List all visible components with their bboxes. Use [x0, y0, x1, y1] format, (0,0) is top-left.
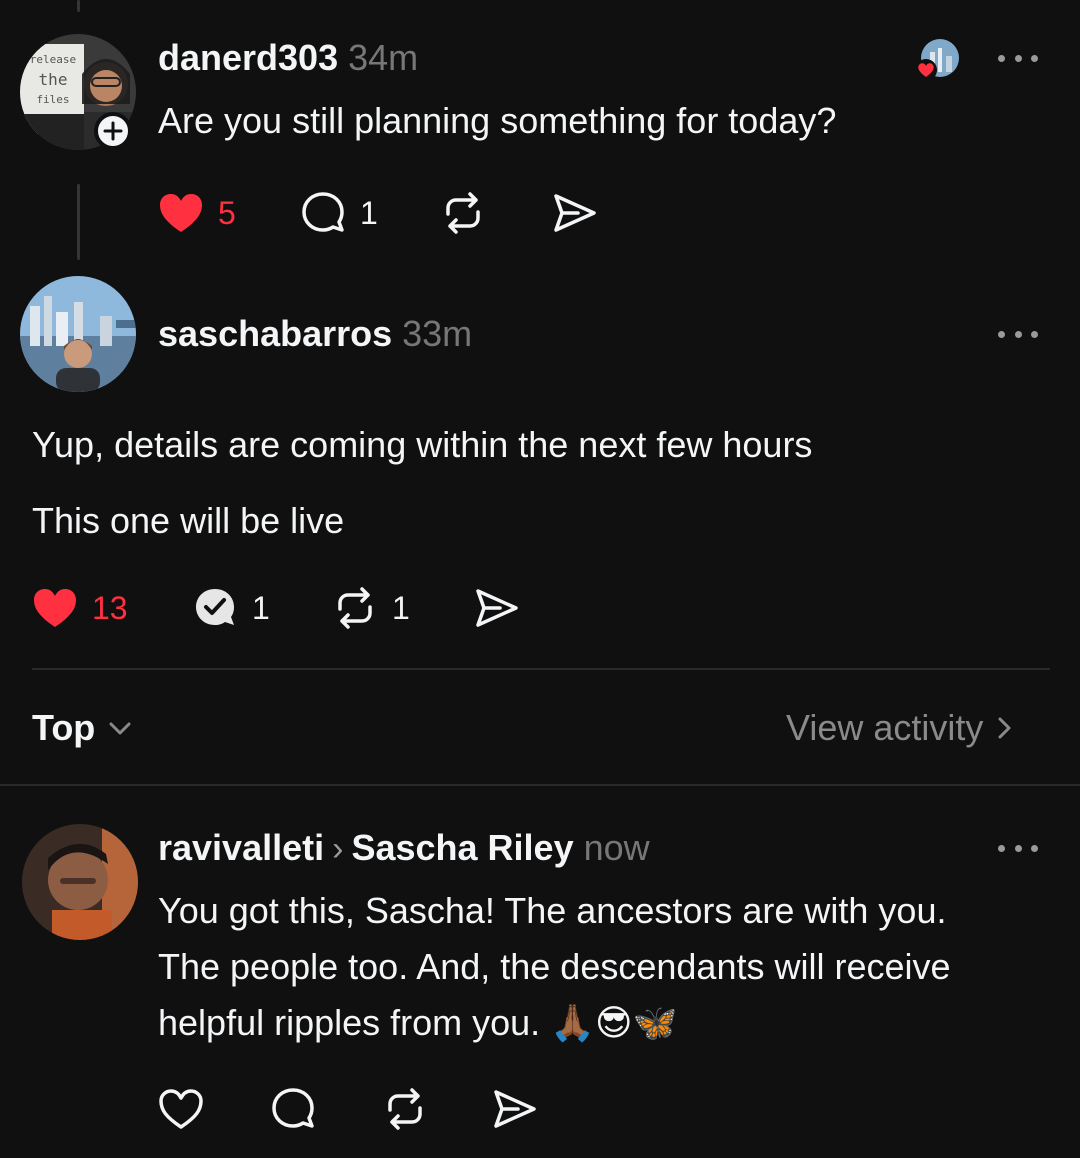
comment-icon	[272, 1088, 314, 1128]
chevron-right-icon	[998, 717, 1011, 739]
post2-like-count: 13	[92, 589, 128, 626]
replied-comment-icon	[196, 589, 234, 625]
avatar-sign-line: release	[29, 53, 77, 66]
thread-line-top	[77, 0, 80, 12]
post2-username[interactable]: saschabarros	[158, 313, 392, 354]
post2-repost-count: 1	[392, 589, 410, 626]
reply-to-separator: ›	[332, 830, 344, 868]
share-icon	[494, 1090, 536, 1128]
post2-header: saschabarros 33m	[158, 314, 472, 362]
heart-icon	[34, 589, 76, 627]
post1-like-count: 5	[218, 194, 236, 231]
reply-repost-button[interactable]	[382, 1084, 428, 1134]
divider	[32, 668, 1050, 670]
post1-like-button[interactable]: 5	[158, 188, 236, 238]
sort-dropdown[interactable]: Top	[32, 706, 135, 750]
reply-to-user[interactable]: Sascha Riley	[351, 827, 573, 868]
avatar-sign-line: files	[36, 93, 70, 106]
chevron-down-icon	[109, 722, 131, 735]
post1-text: Are you still planning something for tod…	[158, 100, 837, 141]
follow-button[interactable]	[94, 112, 132, 150]
thread-line-connector	[77, 184, 80, 260]
post1-timestamp: 34m	[348, 37, 419, 78]
post1-repost-button[interactable]	[440, 188, 486, 238]
post1-username[interactable]: danerd303	[158, 37, 338, 78]
post2-share-button[interactable]	[474, 583, 520, 633]
reply-username[interactable]: ravivalleti	[158, 827, 324, 868]
post2-repost-button[interactable]: 1	[332, 583, 410, 633]
avatar-saschabarros[interactable]	[20, 276, 136, 392]
reply-text-line2: The people too. And, the descendants wil…	[158, 946, 951, 987]
post1-header: danerd303 34m	[158, 38, 418, 86]
post1-share-button[interactable]	[552, 188, 598, 238]
view-activity-label: View activity	[786, 707, 984, 748]
heart-icon	[159, 1089, 203, 1129]
reply-timestamp: now	[583, 827, 650, 868]
liked-by-avatar[interactable]	[915, 38, 960, 82]
reply-share-button[interactable]	[492, 1084, 538, 1134]
repost-icon	[388, 1088, 422, 1130]
share-icon	[476, 589, 518, 627]
post2-text-line1: Yup, details are coming within the next …	[32, 424, 813, 465]
post2-timestamp: 33m	[402, 313, 473, 354]
avatar-sign-line: the	[38, 70, 68, 89]
post1-reply-button[interactable]: 1	[300, 188, 378, 238]
post2-reply-count: 1	[252, 589, 270, 626]
view-activity-link[interactable]: View activity	[786, 706, 1019, 750]
post1-reply-count: 1	[360, 194, 378, 231]
post2-more-button[interactable]	[998, 328, 1038, 340]
reply-reply-button[interactable]	[270, 1084, 316, 1134]
share-icon	[554, 194, 596, 232]
post2-text-line2: This one will be live	[32, 500, 345, 541]
reply-like-button[interactable]	[158, 1084, 204, 1134]
heart-icon	[160, 194, 202, 232]
plus-icon	[103, 121, 123, 141]
repost-icon	[446, 192, 480, 234]
comment-icon	[302, 192, 344, 232]
reply-text-line3: helpful ripples from you. 🙏🏾😎🦋	[158, 1002, 678, 1043]
reply-header: ravivalleti › Sascha Riley now	[158, 828, 650, 876]
post2-reply-button[interactable]: 1	[192, 583, 270, 633]
divider-full	[0, 784, 1080, 786]
post2-like-button[interactable]: 13	[32, 583, 128, 633]
reply-more-button[interactable]	[998, 842, 1038, 854]
reply-text-line1: You got this, Sascha! The ancestors are …	[158, 890, 947, 931]
sort-label: Top	[32, 707, 96, 748]
avatar-ravivalleti[interactable]	[22, 824, 138, 940]
post1-more-button[interactable]	[998, 52, 1038, 64]
repost-icon	[338, 587, 372, 629]
